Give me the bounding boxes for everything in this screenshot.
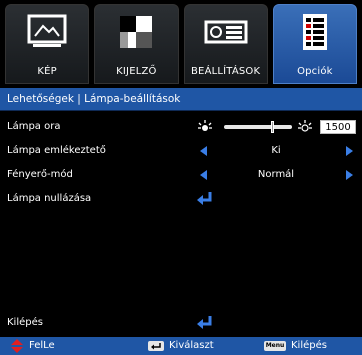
menu-list: Lámpa ora 1500 Lámpa emlékeztető Ki Fény… <box>0 110 362 336</box>
select-label: Kiválaszt <box>169 340 214 351</box>
display-icon <box>120 16 153 48</box>
bright-brightness-icon <box>298 120 312 132</box>
options-icon <box>302 14 327 50</box>
enter-key-icon <box>148 341 164 351</box>
updown-arrow-icon <box>11 339 23 353</box>
brightness-mode-label: Fényerő-mód <box>7 169 73 180</box>
brightness-mode-row[interactable]: Fényerő-mód Normál <box>0 163 362 187</box>
tab-label: Opciók <box>297 66 333 77</box>
lamp-hours-label: Lámpa ora <box>7 121 61 132</box>
updown-label: FelLe <box>29 340 55 351</box>
projector-osd-menu: KÉP KIJELZŐ BEÁLLÍTÁSOK Opciók Lehetőség… <box>0 0 362 355</box>
right-arrow-icon[interactable] <box>346 170 353 180</box>
brightness-mode-value: Normál <box>257 169 295 180</box>
right-arrow-icon[interactable] <box>346 146 353 156</box>
left-arrow-icon[interactable] <box>200 146 207 156</box>
tab-kijelzo[interactable]: KIJELZŐ <box>94 4 179 84</box>
enter-icon[interactable] <box>196 314 214 332</box>
dim-brightness-icon <box>198 120 212 131</box>
left-arrow-icon[interactable] <box>200 170 207 180</box>
exit-row[interactable]: Kilépés <box>0 311 362 335</box>
enter-icon[interactable] <box>196 190 214 208</box>
lamp-reset-label: Lámpa nullázása <box>7 193 92 204</box>
lamp-hours-slider-track[interactable] <box>224 125 292 129</box>
tab-label: KÉP <box>37 66 57 77</box>
lamp-reset-row[interactable]: Lámpa nullázása <box>0 187 362 211</box>
lamp-hours-slider-thumb[interactable] <box>270 121 274 133</box>
menu-key-icon: Menu <box>264 341 286 351</box>
lamp-reminder-label: Lámpa emlékeztető <box>7 145 106 156</box>
tab-beallitasok[interactable]: BEÁLLÍTÁSOK <box>183 4 268 84</box>
exit-label: Kilépés <box>7 317 43 328</box>
tab-kep[interactable]: KÉP <box>5 4 90 84</box>
lamp-reminder-value: Ki <box>271 145 281 156</box>
projector-icon <box>204 20 248 44</box>
select-hint: Kiválaszt <box>148 337 214 355</box>
tab-label: KIJELZŐ <box>116 66 157 77</box>
tab-label: BEÁLLÍTÁSOK <box>190 66 261 77</box>
lamp-reminder-row[interactable]: Lámpa emlékeztető Ki <box>0 139 362 163</box>
tab-opciok[interactable]: Opciók <box>272 4 357 84</box>
exit-hint: Menu Kilépés <box>264 337 327 355</box>
lamp-hours-row[interactable]: Lámpa ora 1500 <box>0 115 362 139</box>
updown-hint: FelLe <box>10 337 55 355</box>
footer-bar: FelLe Kiválaszt Menu Kilépés <box>0 337 362 355</box>
tab-bar: KÉP KIJELZŐ BEÁLLÍTÁSOK Opciók <box>0 0 362 88</box>
picture-icon <box>27 14 67 47</box>
lamp-hours-value: 1500 <box>320 120 356 134</box>
breadcrumb: Lehetőségek | Lámpa-beállítások <box>0 88 362 110</box>
exit-footer-label: Kilépés <box>291 340 327 351</box>
